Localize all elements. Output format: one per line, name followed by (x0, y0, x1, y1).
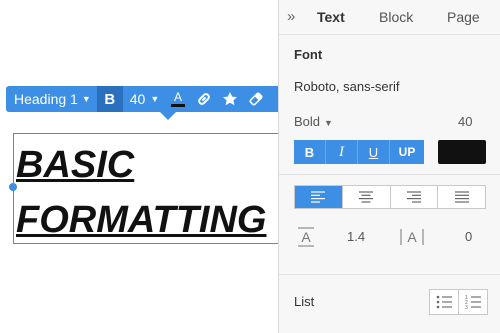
font-family-select[interactable]: Roboto, sans-serif (294, 79, 400, 94)
inline-format-toolbar: Heading 1 ▼ B 40 ▼ A (6, 86, 278, 112)
numbered-list-button[interactable]: 123 (459, 290, 487, 314)
italic-toggle-label: I (339, 143, 344, 160)
properties-panel: » Text Block Page Font Roboto, sans-seri… (278, 0, 500, 333)
letter-spacing-icon: A (400, 229, 424, 245)
font-weight-label: Bold (294, 114, 321, 129)
align-left-button[interactable] (295, 186, 343, 208)
align-center-icon (359, 191, 374, 203)
italic-toggle[interactable]: I (326, 140, 358, 164)
toolbar-pointer (160, 112, 176, 120)
uppercase-toggle-label: UP (398, 145, 416, 159)
bold-toggle-label: B (304, 144, 315, 160)
link-icon (198, 93, 211, 105)
font-color-swatch[interactable] (438, 140, 486, 164)
section-divider (279, 274, 500, 275)
tab-block[interactable]: Block (379, 9, 413, 25)
text-color-icon: A (171, 90, 186, 107)
heading-line: BASIC (16, 144, 135, 186)
underline-toggle-label: U (368, 144, 379, 160)
link-button[interactable] (191, 86, 217, 112)
svg-text:A: A (301, 229, 311, 245)
align-right-button[interactable] (391, 186, 439, 208)
bold-toggle[interactable]: B (294, 140, 326, 164)
bold-button[interactable]: B (96, 86, 123, 112)
bulleted-list-icon (436, 295, 452, 309)
align-center-button[interactable] (343, 186, 391, 208)
bold-button-label: B (104, 90, 116, 108)
favorite-button[interactable] (217, 86, 243, 112)
panel-tabs: » Text Block Page (279, 0, 500, 35)
star-icon (223, 92, 238, 106)
editor-canvas: Heading 1 ▼ B 40 ▼ A BASIC FORMATTING (0, 0, 283, 333)
format-button-group: B I U UP (294, 140, 424, 164)
svg-text:A: A (407, 229, 417, 245)
text-color-button[interactable]: A (165, 86, 191, 112)
numbered-list-icon: 123 (465, 295, 481, 309)
underline-toggle[interactable]: U (358, 140, 390, 164)
font-size-label: 40 (129, 91, 146, 107)
tab-text[interactable]: Text (317, 9, 345, 25)
alignment-button-group (294, 185, 486, 209)
bulleted-list-button[interactable] (430, 290, 459, 314)
caret-down-icon: ▼ (150, 94, 160, 104)
caret-down-icon: ▼ (81, 94, 91, 104)
heading-block[interactable]: BASIC FORMATTING (16, 138, 278, 248)
align-left-icon (311, 191, 326, 203)
font-size-dropdown[interactable]: 40 ▼ (123, 86, 166, 112)
svg-text:A: A (174, 90, 182, 104)
uppercase-toggle[interactable]: UP (390, 140, 424, 164)
font-section-label: Font (294, 47, 323, 62)
align-right-icon (406, 191, 421, 203)
text-style-dropdown[interactable]: Heading 1 ▼ (6, 86, 97, 112)
text-style-label: Heading 1 (14, 91, 78, 107)
tab-page[interactable]: Page (447, 9, 480, 25)
align-justify-icon (454, 191, 469, 203)
caret-down-icon: ▼ (324, 118, 333, 128)
heading-line: FORMATTING (16, 199, 267, 241)
font-weight-dropdown[interactable]: Bold ▼ (294, 114, 333, 129)
font-size-value[interactable]: 40 (458, 114, 472, 129)
line-height-icon: A (298, 227, 314, 247)
section-divider (279, 174, 500, 175)
letter-spacing-value[interactable]: 0 (465, 229, 472, 244)
align-justify-button[interactable] (438, 186, 485, 208)
eraser-icon (249, 92, 263, 106)
clear-format-button[interactable] (243, 86, 269, 112)
svg-text:3: 3 (465, 305, 468, 309)
line-height-value[interactable]: 1.4 (347, 229, 365, 244)
collapse-panel-icon[interactable]: » (287, 8, 295, 25)
list-button-group: 123 (429, 289, 488, 315)
list-section-label: List (294, 294, 315, 309)
